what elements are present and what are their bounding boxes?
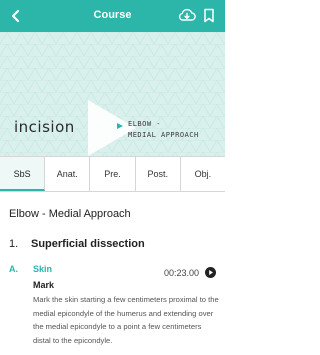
app-header: Course bbox=[0, 0, 225, 32]
video-thumbnail[interactable]: incision ELBOW - MEDIAL APPROACH bbox=[0, 32, 225, 156]
cloud-download-icon[interactable] bbox=[178, 7, 196, 23]
tab-anatomy[interactable]: Anat. bbox=[45, 157, 91, 191]
bookmark-icon[interactable] bbox=[203, 8, 215, 23]
tab-bar: SbS Anat. Pre. Post. Obj. bbox=[0, 156, 225, 192]
incision-logo: incision bbox=[14, 118, 75, 136]
play-circle-icon[interactable] bbox=[205, 267, 216, 278]
section-title: Superficial dissection bbox=[31, 238, 145, 250]
step-letter: A. bbox=[9, 264, 18, 274]
tab-objectives[interactable]: Obj. bbox=[181, 157, 225, 191]
procedure-line-1: ELBOW - bbox=[128, 120, 162, 128]
section-heading: 1. Superficial dissection bbox=[9, 238, 145, 250]
tab-post[interactable]: Post. bbox=[136, 157, 181, 191]
teal-marker-icon bbox=[117, 123, 123, 129]
substep-title: Mark bbox=[33, 280, 55, 290]
procedure-title: ELBOW - MEDIAL APPROACH bbox=[128, 119, 199, 141]
tab-pre[interactable]: Pre. bbox=[90, 157, 136, 191]
step-time: 00:23.00 bbox=[164, 268, 200, 278]
section-number: 1. bbox=[9, 238, 19, 250]
tab-sbs[interactable]: SbS bbox=[0, 157, 46, 191]
course-title: Elbow - Medial Approach bbox=[9, 208, 131, 220]
procedure-line-2: MEDIAL APPROACH bbox=[128, 131, 199, 139]
step-label[interactable]: Skin bbox=[33, 264, 52, 274]
step-description: Mark the skin starting a few centimeters… bbox=[33, 295, 219, 345]
